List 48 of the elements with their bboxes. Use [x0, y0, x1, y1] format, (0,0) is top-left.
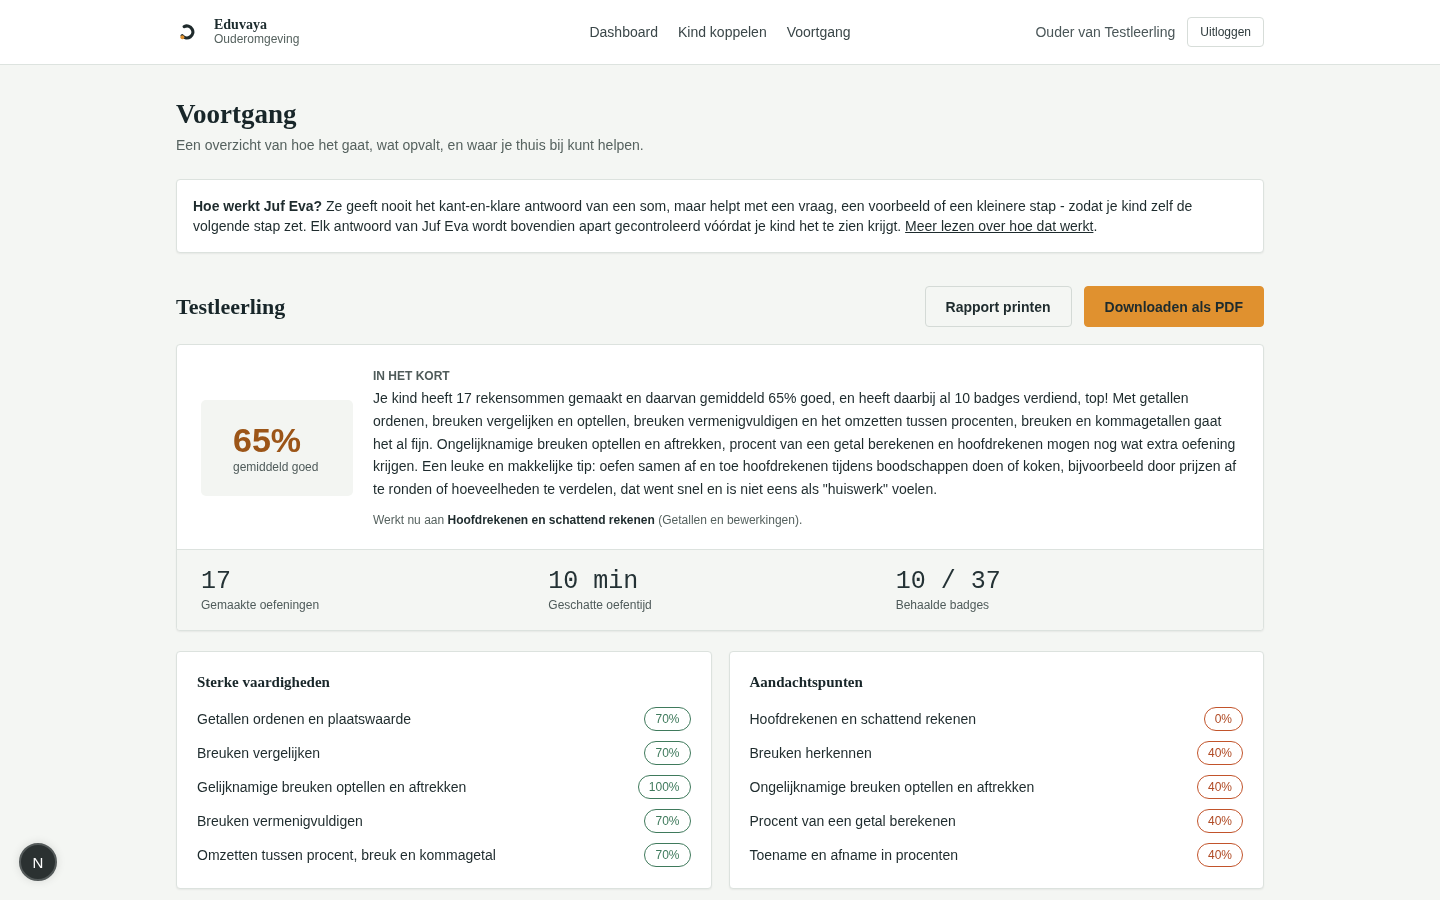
dev-indicator-button[interactable]: N [19, 843, 57, 881]
nav-link[interactable]: Voortgang [786, 24, 851, 40]
skill-name: Omzetten tussen procent, breuk en kommagetal [197, 847, 496, 863]
skill-name: Getallen ordenen en plaatswaarde [197, 711, 412, 727]
skill-name: Toename en afname in procenten [749, 847, 959, 863]
page-title: Voortgang [176, 98, 298, 131]
user-name: Ouder van Testleerling [1035, 24, 1176, 40]
summary-text: Je kind heeft 17 rekensommen gemaakt en daarvan gemiddeld 65% goed, en heeft daarbij al 10 badges verdiend, top! Met getallen ordenen, breuken vergelijken en optellen, breuken vermenigvuldigen en het omzetten tussen procenten, breuken en kommagetallen gaat het al fijn. Ongelijknamige breuken optellen en aftrekken, procent van een getal berekenen en hoofdrekenen mogen nog wat extra oefening krijgen. Een leuke en makkelijke tip: oefen samen af en toe hoofdrekenen tijdens boodschappen doen of koken, bijvoorbeeld door prijzen af te ronden of hoeveelheden te verdelen, dat went snel en is niet eens als "huiswerk" voelen. [373, 389, 1238, 500]
stat-value: 17 [201, 567, 232, 597]
skill-name: Breuken vermenigvuldigen [197, 813, 363, 829]
panel-title: Sterke vaardigheden [197, 673, 331, 692]
panel-title: Aandachtspunten [749, 673, 864, 692]
skill-name: Breuken herkennen [749, 745, 872, 761]
brand-subtitle: Ouderomgeving [214, 33, 300, 47]
stat-value: 10 / 37 [895, 567, 1002, 597]
skill-name: Procent van een getal berekenen [749, 813, 956, 829]
skill-name: Gelijknamige breuken optellen en aftrekken [197, 779, 467, 795]
score-label: gemiddeld goed [233, 460, 320, 475]
score-pill: 40% [1196, 741, 1243, 765]
skill-name: Breuken vergelijken [197, 745, 320, 761]
current-topic-text: Werkt nu aan Hoofdrekenen en schattend rekenen (Getallen en bewerkingen). [373, 512, 804, 529]
stat-label: Gemaakte oefeningen [201, 597, 321, 613]
skill-name: Hoofdrekenen en schattend rekenen [749, 711, 976, 727]
stat-label: Behaalde badges [895, 597, 991, 613]
score-pill: 40% [1196, 843, 1243, 867]
skill-name: Ongelijknamige breuken optellen en aftrekken [749, 779, 1035, 795]
logo-icon [179, 24, 195, 40]
score-pill: 70% [644, 809, 691, 833]
score-pill: 0% [1203, 707, 1243, 731]
nav-link[interactable]: Kind koppelen [677, 24, 767, 40]
score-pill: 70% [644, 707, 691, 731]
print-report-button[interactable]: Rapport printen [924, 286, 1072, 327]
download-pdf-button[interactable]: Downloaden als PDF [1083, 286, 1264, 327]
summary-heading: IN HET KORT [373, 368, 451, 385]
brand-name: Eduvaya [214, 17, 268, 34]
page-subtitle: Een overzicht van hoe het gaat, wat opvalt, en waar je thuis bij kunt helpen. [176, 136, 645, 155]
score-pill: 40% [1196, 809, 1243, 833]
average-score: 65% [233, 421, 303, 460]
score-pill: 40% [1196, 775, 1243, 799]
stat-value: 10 min [548, 567, 640, 597]
student-name: Testleerling [176, 293, 286, 320]
stat-label: Geschatte oefentijd [548, 597, 653, 613]
logout-button[interactable]: Uitloggen [1187, 17, 1264, 47]
score-pill: 70% [644, 843, 691, 867]
score-pill: 100% [637, 775, 691, 799]
nav-link[interactable]: Dashboard [589, 24, 658, 40]
info-text: Hoe werkt Juf Eva? Ze geeft nooit het kant-en-klare antwoord van een som, maar helpt met een vraag, een voorbeeld of een kleinere stap - zodat je kind zelf de volgende stap zet. Elk antwoord van Juf Eva wordt bovendien apart gecontroleerd vóórdat je kind het te zien krijgt. Meer lezen over hoe dat werkt. [193, 197, 1194, 236]
score-pill: 70% [644, 741, 691, 765]
